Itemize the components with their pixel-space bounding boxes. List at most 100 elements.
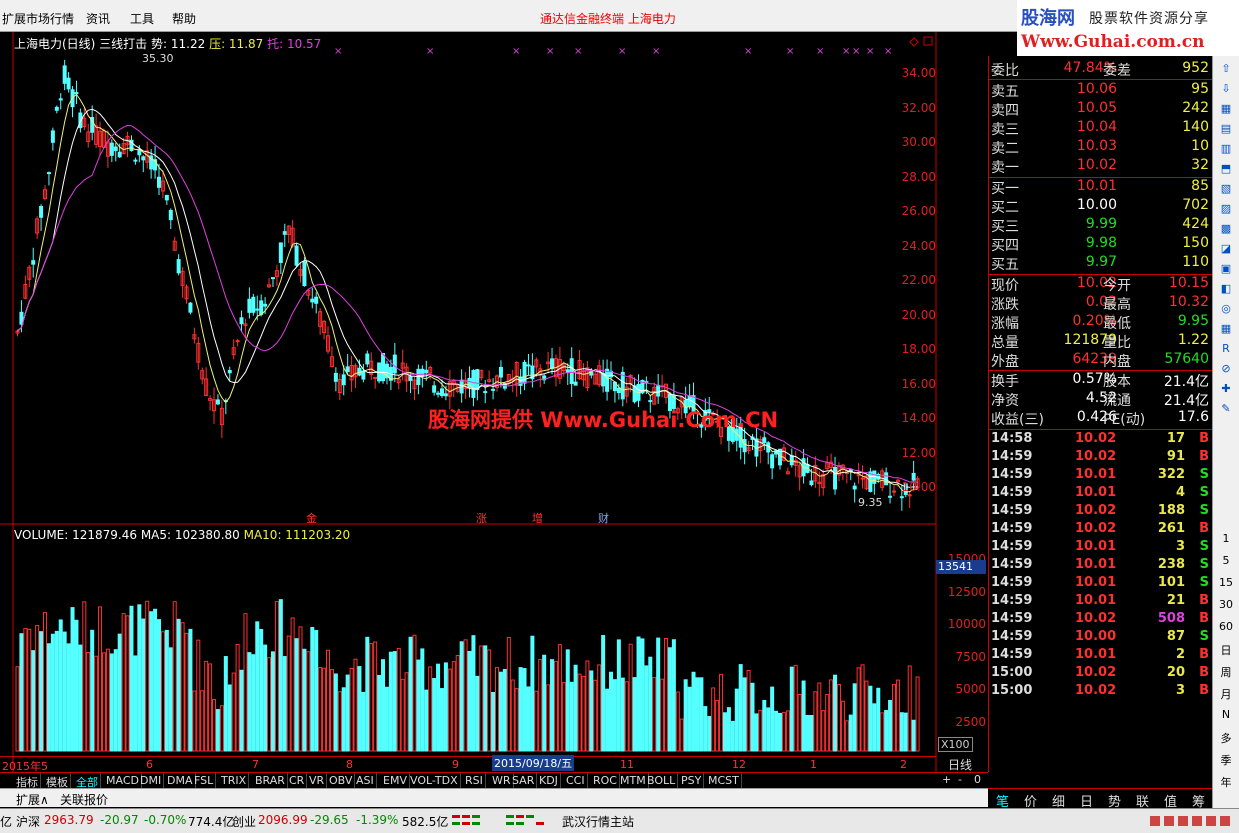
trade-tick-row[interactable]: 14:59 10.01 322 S [989, 467, 1213, 485]
trade-tick-row[interactable]: 14:59 10.01 3 S [989, 539, 1213, 557]
index1-name[interactable]: 沪深 [16, 813, 40, 830]
toolbar-icon[interactable]: ▩ [1216, 222, 1236, 240]
trade-tick-row[interactable]: 14:59 10.01 101 S [989, 575, 1213, 593]
period-button[interactable]: 60 [1216, 620, 1236, 638]
trade-tick-row[interactable]: 14:59 10.01 21 B [989, 593, 1213, 611]
tab-模板[interactable]: 模板 [44, 773, 71, 789]
zoom-reset-button[interactable]: 0 [974, 773, 981, 786]
toolbar-icon[interactable]: ▥ [1216, 142, 1236, 160]
tab-boll[interactable]: BOLL [645, 773, 679, 789]
trade-tick-row[interactable]: 14:59 10.02 508 B [989, 611, 1213, 629]
tab-kdj[interactable]: KDJ [537, 773, 561, 789]
fund-row[interactable]: 收益(三) 0.426 PE(动) 17.6 [989, 409, 1213, 428]
toolbar-icon[interactable]: ▣ [1216, 262, 1236, 280]
menu-news[interactable]: 资讯 [86, 10, 110, 27]
toolbar-icon[interactable]: ⬒ [1216, 162, 1236, 180]
kline-chart[interactable]: × × × × × × × × × × × × × × [0, 32, 988, 772]
menu-tools[interactable]: 工具 [130, 10, 154, 27]
sell-row[interactable]: 卖三 10.04 140 [989, 119, 1213, 138]
period-button[interactable]: 30 [1216, 598, 1236, 616]
buy-row[interactable]: 买一 10.01 85 [989, 178, 1213, 197]
buy-row[interactable]: 买二 10.00 702 [989, 197, 1213, 216]
tab-vr[interactable]: VR [307, 773, 328, 789]
fund-row[interactable]: 净资 4.52 流通 21.4亿 [989, 390, 1213, 409]
period-button[interactable]: 季 [1216, 752, 1236, 770]
period-button[interactable]: 1 [1216, 532, 1236, 550]
tab-dmi[interactable]: DMI [138, 773, 165, 789]
toolbar-icon[interactable]: ▦ [1216, 322, 1236, 340]
stat-row[interactable]: 总量 121879 量比 1.22 [989, 332, 1213, 351]
tab-asi[interactable]: ASI [354, 773, 377, 789]
tab-roc[interactable]: ROC [591, 773, 620, 789]
sell-row[interactable]: 卖二 10.03 10 [989, 138, 1213, 157]
menu-help[interactable]: 帮助 [172, 10, 196, 27]
period-button[interactable]: 多 [1216, 730, 1236, 748]
tab-vol-tdx[interactable]: VOL-TDX [408, 773, 461, 789]
toolbar-icon[interactable]: ✎ [1216, 402, 1236, 420]
toolbar-icon[interactable]: ▧ [1216, 182, 1236, 200]
tab-cr[interactable]: CR [287, 773, 308, 789]
event-marker-add[interactable]: 增 [532, 510, 543, 526]
related-quote-link[interactable]: 关联报价 [60, 791, 108, 808]
buy-row[interactable]: 买五 9.97 110 [989, 254, 1213, 273]
toolbar-icon[interactable]: ◧ [1216, 282, 1236, 300]
tab-全部[interactable]: 全部 [74, 773, 101, 789]
tab-psy[interactable]: PSY [679, 773, 705, 789]
toolbar-icon[interactable]: ⇩ [1216, 82, 1236, 100]
tab-fsl[interactable]: FSL [192, 773, 217, 789]
event-marker-gold[interactable]: 金 [306, 510, 317, 526]
chart-area[interactable]: × × × × × × × × × × × × × × 上海电力(日线) 三线打击 势: 11.22 压:… [0, 32, 988, 773]
server-name[interactable]: 武汉行情主站 [562, 813, 634, 830]
stat-row[interactable]: 外盘 64239 内盘 57640 [989, 351, 1213, 370]
trade-tick-row[interactable]: 14:59 10.02 188 S [989, 503, 1213, 521]
fund-row[interactable]: 换手 0.57% 股本 21.4亿 [989, 371, 1213, 390]
toolbar-icon[interactable]: ▤ [1216, 122, 1236, 140]
toolbar-icon[interactable]: ✚ [1216, 382, 1236, 400]
toolbar-icon[interactable]: ⊘ [1216, 362, 1236, 380]
stat-row[interactable]: 涨跌 0.02 最高 10.32 [989, 294, 1213, 313]
period-button[interactable]: 年 [1216, 774, 1236, 792]
trade-tick-row[interactable]: 14:59 10.00 87 S [989, 629, 1213, 647]
buy-row[interactable]: 买四 9.98 150 [989, 235, 1213, 254]
tab-obv[interactable]: OBV [327, 773, 356, 789]
event-marker-finance[interactable]: 财 [598, 510, 609, 526]
period-button[interactable]: 5 [1216, 554, 1236, 572]
period-button[interactable]: 月 [1216, 686, 1236, 704]
zoom-out-button[interactable]: - [958, 773, 962, 786]
stat-row[interactable]: 涨幅 0.20% 最低 9.95 [989, 313, 1213, 332]
trade-tick-row[interactable]: 15:00 10.02 20 B [989, 665, 1213, 683]
tab-dma[interactable]: DMA [165, 773, 196, 789]
toolbar-icon[interactable]: ◎ [1216, 302, 1236, 320]
tab-指标[interactable]: 指标 [14, 773, 41, 789]
toolbar-icon[interactable]: ▨ [1216, 202, 1236, 220]
tab-macd[interactable]: MACD [104, 773, 142, 789]
stat-row[interactable]: 现价 10.02 今开 10.15 [989, 275, 1213, 294]
extension-toggle[interactable]: 扩展∧ [16, 791, 49, 808]
zoom-in-button[interactable]: + [942, 773, 951, 786]
toolbar-icon[interactable]: ⇧ [1216, 62, 1236, 80]
trade-tick-row[interactable]: 14:59 10.02 91 B [989, 449, 1213, 467]
trade-tick-row[interactable]: 14:59 10.01 238 S [989, 557, 1213, 575]
menu-extended-market[interactable]: 扩展市场行情 [2, 10, 74, 27]
period-button[interactable]: 周 [1216, 664, 1236, 682]
trade-tick-row[interactable]: 14:59 10.01 4 S [989, 485, 1213, 503]
toolbar-icon[interactable]: ▦ [1216, 102, 1236, 120]
buy-row[interactable]: 买三 9.99 424 [989, 216, 1213, 235]
tab-brar[interactable]: BRAR [253, 773, 288, 789]
period-button[interactable]: N [1216, 708, 1236, 726]
toolbar-icon[interactable]: R [1216, 342, 1236, 360]
index2-name[interactable]: 创业 [232, 813, 256, 830]
tab-emv[interactable]: EMV [381, 773, 410, 789]
period-button[interactable]: 15 [1216, 576, 1236, 594]
sell-row[interactable]: 卖五 10.06 95 [989, 81, 1213, 100]
trade-tick-row[interactable]: 14:58 10.02 17 B [989, 431, 1213, 449]
tab-trix[interactable]: TRIX [219, 773, 250, 789]
tab-mcst[interactable]: MCST [706, 773, 742, 789]
sell-row[interactable]: 卖四 10.05 242 [989, 100, 1213, 119]
trade-tick-row[interactable]: 14:59 10.01 2 B [989, 647, 1213, 665]
period-label[interactable]: 日线 [948, 756, 972, 773]
trade-tick-row[interactable]: 15:00 10.02 3 B [989, 683, 1213, 701]
toolbar-icon[interactable]: ◪ [1216, 242, 1236, 260]
tab-cci[interactable]: CCI [564, 773, 588, 789]
period-button[interactable]: 日 [1216, 642, 1236, 660]
